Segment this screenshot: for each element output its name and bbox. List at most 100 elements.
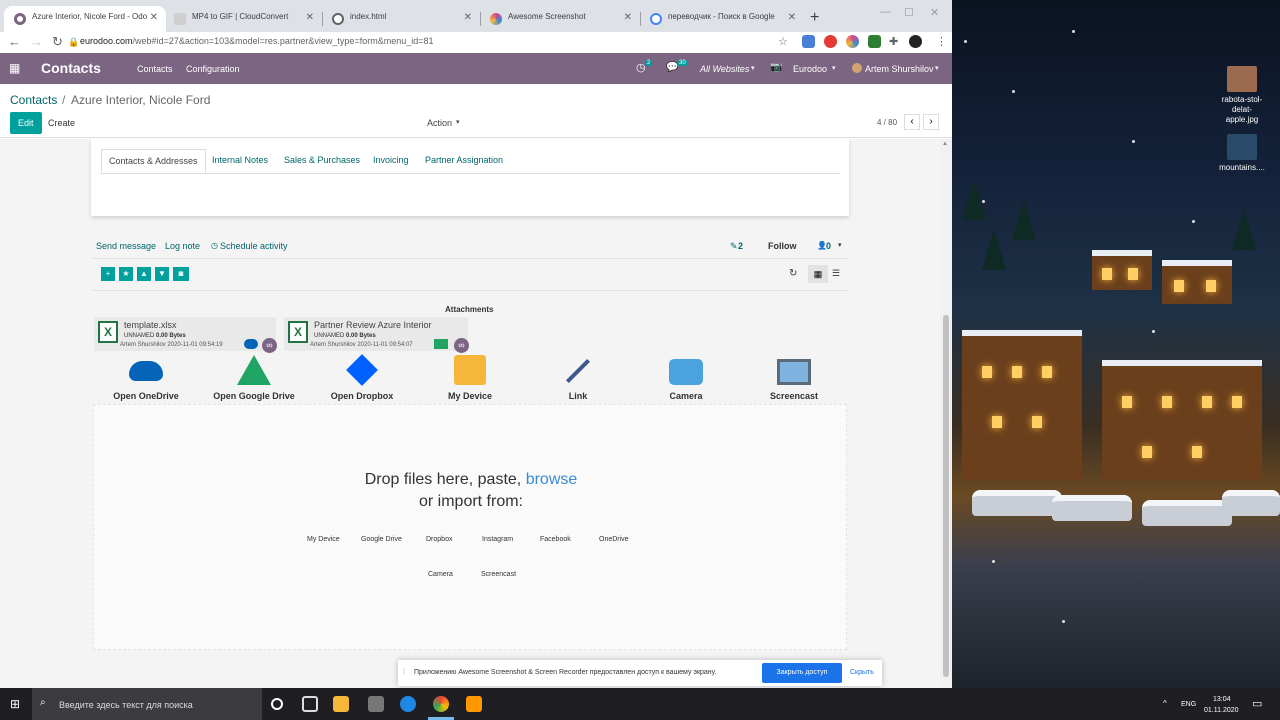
desktop-icon-image[interactable]: rabota-stol-delat-apple.jpg	[1216, 66, 1268, 125]
kanban-view-icon[interactable]: ▦	[808, 265, 828, 283]
user-menu[interactable]: Artem Shurshilov	[865, 64, 934, 74]
clock-time[interactable]: 13:04	[1213, 696, 1231, 703]
source-onedrive[interactable]: Open OneDrive	[92, 355, 200, 401]
upload-icon[interactable]: ▲	[137, 267, 151, 281]
pager-prev-icon[interactable]: ‹	[904, 114, 920, 130]
import-screencast[interactable]: Screencast	[481, 571, 516, 578]
breadcrumb-root[interactable]: Contacts	[10, 93, 57, 107]
source-screencast[interactable]: Screencast	[740, 355, 848, 401]
tray-chevron-icon[interactable]: ^	[1163, 699, 1167, 708]
apps-grid-icon[interactable]: ▦	[9, 61, 20, 75]
minimize-icon[interactable]: —	[880, 6, 891, 18]
log-note-button[interactable]: Log note	[165, 241, 200, 251]
source-google-drive[interactable]: Open Google Drive	[200, 355, 308, 401]
profile-avatar-icon[interactable]	[909, 35, 922, 48]
link-icon[interactable]: ∞	[454, 338, 469, 353]
forward-icon[interactable]: →	[30, 34, 43, 49]
shield-extension-icon[interactable]	[868, 35, 881, 48]
source-dropbox[interactable]: Open Dropbox	[308, 354, 416, 401]
file-drop-zone[interactable]: Drop files here, paste, browse or import…	[93, 404, 847, 650]
close-icon[interactable]: ✕	[624, 12, 632, 23]
close-icon[interactable]: ✕	[788, 12, 796, 23]
cortana-icon[interactable]	[271, 698, 283, 710]
desktop-icon-mountains[interactable]: mountains....	[1216, 134, 1268, 173]
websites-switcher[interactable]: All Websites	[700, 64, 749, 74]
browser-tab-index[interactable]: index.html ✕	[322, 6, 480, 32]
source-link[interactable]: Link	[524, 355, 632, 401]
tab-contacts-addresses[interactable]: Contacts & Addresses	[101, 149, 206, 173]
close-icon[interactable]: ✕	[150, 12, 158, 23]
tab-partner-assignation[interactable]: Partner Assignation	[418, 149, 510, 171]
camera-icon[interactable]: 📷	[770, 62, 782, 73]
star-icon[interactable]: ★	[119, 267, 133, 281]
taskbar-search[interactable]: ⌕ Введите здесь текст для поиска	[32, 688, 262, 720]
follow-button[interactable]: Follow	[768, 241, 797, 251]
import-google-drive[interactable]: Google Drive	[361, 536, 402, 543]
company-switcher[interactable]: Eurodoo	[793, 64, 827, 74]
import-dropbox[interactable]: Dropbox	[426, 536, 452, 543]
camera-icon[interactable]: ◙	[173, 267, 189, 281]
reload-icon[interactable]: ↻	[52, 34, 63, 50]
action-dropdown[interactable]: Action	[427, 118, 452, 128]
sublime-text-icon[interactable]	[466, 696, 482, 712]
close-window-icon[interactable]: ✕	[930, 6, 939, 19]
import-facebook[interactable]: Facebook	[540, 536, 571, 543]
adblock-extension-icon[interactable]	[824, 35, 837, 48]
awesome-screenshot-extension-icon[interactable]	[846, 35, 859, 48]
followers-count[interactable]: 0	[826, 241, 831, 251]
page-scrollbar[interactable]	[940, 139, 952, 688]
scrollbar-thumb[interactable]	[943, 315, 949, 677]
language-indicator[interactable]: ENG	[1181, 701, 1196, 708]
create-button[interactable]: Create	[40, 112, 83, 134]
menu-contacts[interactable]: Contacts	[137, 64, 173, 74]
user-avatar[interactable]	[852, 63, 862, 73]
windows-start-icon[interactable]: ⊞	[10, 697, 20, 711]
browser-tab-google[interactable]: переводчик - Поиск в Google ✕	[640, 6, 804, 32]
app-title[interactable]: Contacts	[41, 60, 101, 76]
maximize-icon[interactable]: ☐	[904, 6, 914, 19]
close-icon[interactable]: ✕	[464, 12, 472, 23]
browse-link[interactable]: browse	[526, 471, 578, 488]
import-instagram[interactable]: Instagram	[482, 536, 513, 543]
pager-value[interactable]: 4 / 80	[877, 118, 897, 127]
close-icon[interactable]: ✕	[306, 12, 314, 23]
attachment-card[interactable]: X template.xlsx UNNAMED 0.00 Bytes Artem…	[94, 317, 277, 353]
source-my-device[interactable]: My Device	[416, 355, 524, 401]
clock-date[interactable]: 01.11.2020	[1204, 707, 1239, 714]
back-icon[interactable]: ←	[8, 34, 21, 49]
notifications-icon[interactable]: ▭	[1252, 697, 1262, 710]
translate-extension-icon[interactable]	[802, 35, 815, 48]
chrome-icon[interactable]	[433, 696, 449, 712]
browser-menu-icon[interactable]: ⋮	[936, 35, 947, 48]
attachment-card[interactable]: X Partner Review Azure Interior UNNAMED …	[284, 317, 469, 353]
extensions-puzzle-icon[interactable]: ✚	[889, 35, 898, 48]
browser-tab-cloudconvert[interactable]: MP4 to GIF | CloudConvert ✕	[164, 6, 322, 32]
edit-button[interactable]: Edit	[10, 112, 42, 134]
lock-icon[interactable]: 🔒	[68, 37, 79, 48]
schedule-activity-button[interactable]: Schedule activity	[220, 241, 288, 251]
url-field[interactable]: eurodoo.com/web#id=27&action=103&model=r…	[80, 36, 434, 46]
import-onedrive[interactable]: OneDrive	[599, 536, 629, 543]
file-explorer-icon[interactable]	[333, 696, 349, 712]
send-message-button[interactable]: Send message	[96, 241, 156, 251]
refresh-icon[interactable]: ↻	[789, 268, 797, 279]
tab-sales-purchases[interactable]: Sales & Purchases	[277, 149, 367, 171]
bookmark-star-icon[interactable]: ☆	[778, 35, 788, 48]
list-view-icon[interactable]: ☰	[832, 268, 840, 279]
tab-invoicing[interactable]: Invoicing	[366, 149, 416, 171]
filter-icon[interactable]: ▼	[155, 267, 169, 281]
attachment-count[interactable]: 2	[738, 241, 743, 251]
store-icon[interactable]	[368, 696, 384, 712]
tab-internal-notes[interactable]: Internal Notes	[205, 149, 275, 171]
edge-icon[interactable]	[400, 696, 416, 712]
scroll-up-icon[interactable]: ▲	[942, 141, 948, 147]
browser-tab-awesome-screenshot[interactable]: Awesome Screenshot ✕	[480, 6, 640, 32]
link-icon[interactable]: ∞	[262, 338, 277, 353]
import-my-device[interactable]: My Device	[307, 536, 340, 543]
task-view-icon[interactable]	[302, 696, 318, 712]
stop-sharing-button[interactable]: Закрыть доступ	[762, 663, 842, 683]
hide-notification-button[interactable]: Скрыть	[850, 669, 874, 676]
source-camera[interactable]: Camera	[632, 355, 740, 401]
new-tab-button[interactable]: +	[810, 9, 819, 27]
browser-tab-odoo[interactable]: Azure Interior, Nicole Ford - Odo ✕	[4, 6, 166, 32]
